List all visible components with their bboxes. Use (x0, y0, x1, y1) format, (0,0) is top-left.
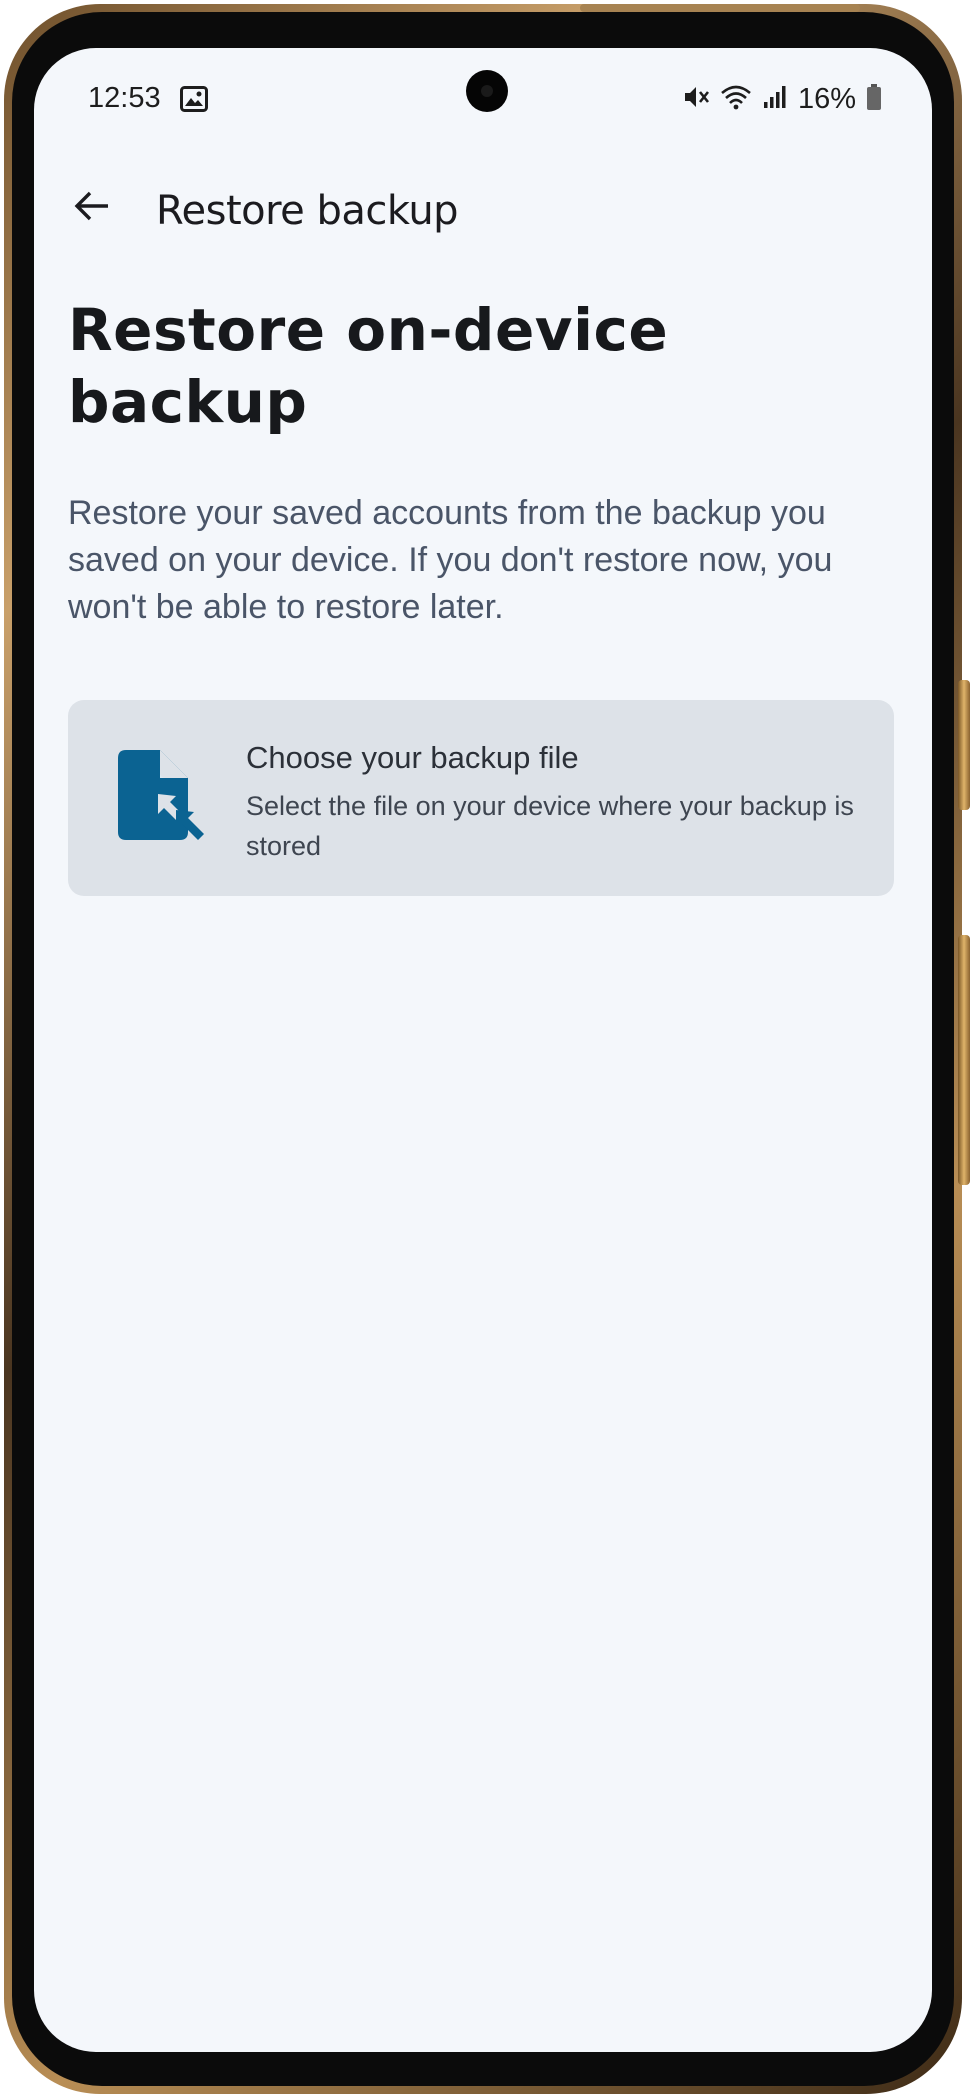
battery-icon (866, 83, 882, 116)
choose-backup-file-card[interactable]: Choose your backup file Select the file … (68, 700, 894, 896)
file-select-icon (118, 750, 210, 844)
status-bar: 12:53 16% (34, 48, 932, 148)
image-icon (180, 86, 208, 112)
signal-icon (762, 84, 788, 115)
phone-top-edge (580, 4, 860, 12)
back-button[interactable] (62, 178, 122, 238)
page-title-line-1: Restore on-device (68, 296, 669, 364)
arrow-left-icon (72, 186, 112, 231)
mute-icon (682, 83, 710, 116)
app-bar: Restore backup (34, 148, 932, 268)
app-bar-title: Restore backup (156, 188, 459, 234)
power-button (958, 935, 970, 1185)
card-title: Choose your backup file (246, 740, 579, 775)
screen: 12:53 16% Restore backup Restore on-devi… (34, 48, 932, 2052)
page-description: Restore your saved accounts from the bac… (68, 494, 833, 626)
page-title: Restore on-device backup (68, 294, 888, 438)
status-time: 12:53 (88, 82, 161, 114)
volume-button (958, 680, 970, 810)
front-camera (466, 70, 508, 112)
page-title-line-2: backup (68, 368, 308, 436)
status-icons: 16% (682, 82, 882, 116)
battery-percent: 16% (797, 82, 856, 115)
wifi-icon (720, 83, 752, 116)
card-subtitle: Select the file on your device where you… (246, 791, 854, 861)
